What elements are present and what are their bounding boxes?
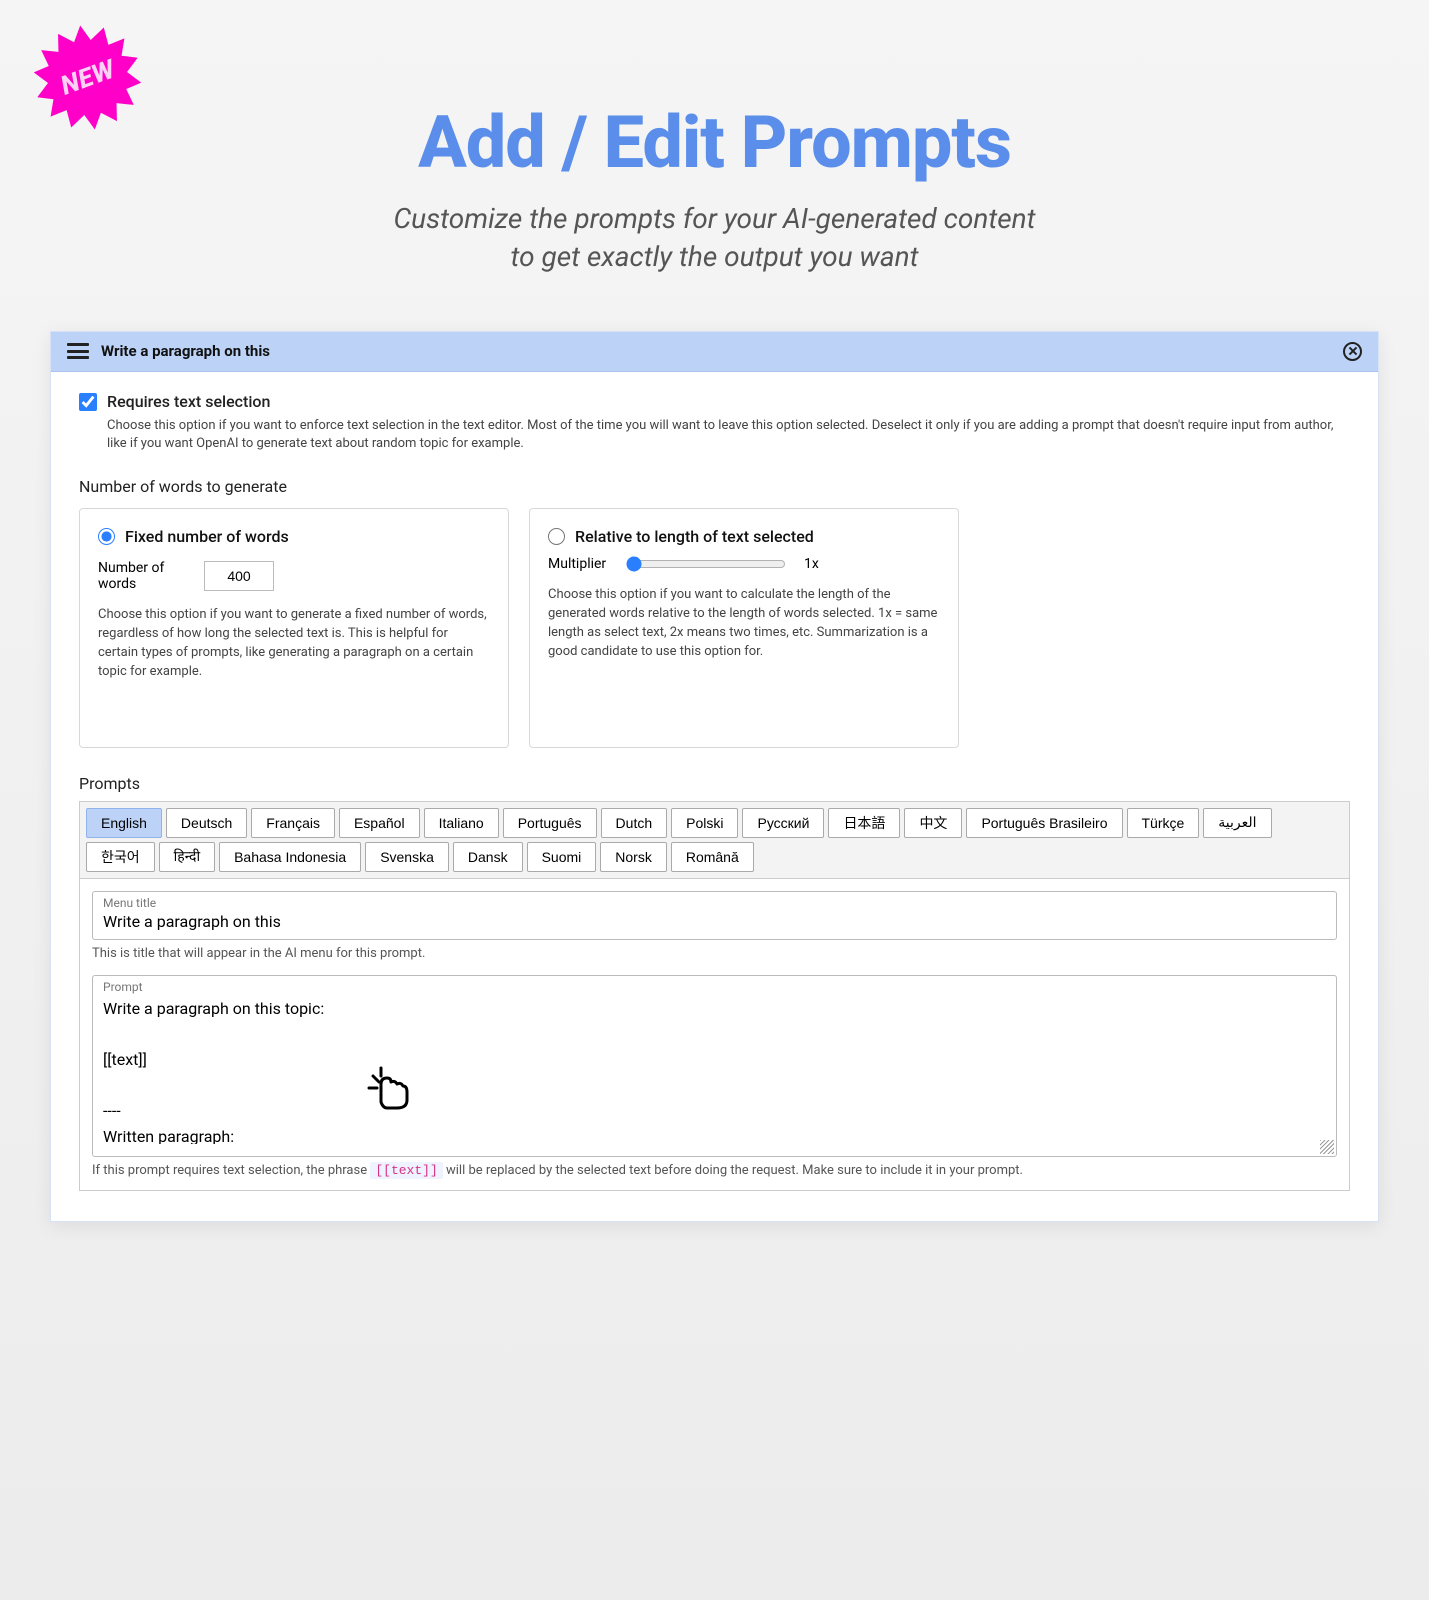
menu-icon[interactable] bbox=[67, 343, 89, 359]
prompts-section: Prompts EnglishDeutschFrançaisEspañolIta… bbox=[79, 774, 1350, 1191]
text-token: [[text]] bbox=[370, 1162, 442, 1179]
language-tab[interactable]: Română bbox=[671, 842, 754, 872]
new-badge: NEW bbox=[35, 25, 140, 130]
language-tab[interactable]: English bbox=[86, 808, 162, 838]
language-tab[interactable]: Русский bbox=[742, 808, 824, 838]
panel-header: Write a paragraph on this bbox=[51, 332, 1378, 372]
fixed-words-help: Choose this option if you want to genera… bbox=[98, 606, 490, 681]
language-tab[interactable]: 日本語 bbox=[828, 808, 900, 838]
menu-title-help: This is title that will appear in the AI… bbox=[92, 946, 1337, 961]
multiplier-label: Multiplier bbox=[548, 556, 608, 572]
menu-title-label: Menu title bbox=[103, 896, 1326, 910]
language-tab[interactable]: Deutsch bbox=[166, 808, 247, 838]
language-tab[interactable]: Polski bbox=[671, 808, 738, 838]
prompt-help: If this prompt requires text selection, … bbox=[92, 1163, 1337, 1178]
language-tab[interactable]: العربية bbox=[1203, 808, 1271, 838]
prompt-editor-panel: Write a paragraph on this Requires text … bbox=[50, 331, 1379, 1222]
language-tab[interactable]: Français bbox=[251, 808, 335, 838]
fixed-words-card: Fixed number of words Number of words Ch… bbox=[79, 508, 509, 748]
language-tab[interactable]: Português bbox=[503, 808, 597, 838]
fixed-words-label: Fixed number of words bbox=[125, 527, 289, 546]
language-tab[interactable]: Dutch bbox=[601, 808, 668, 838]
number-of-words-input[interactable] bbox=[204, 561, 274, 591]
requires-selection-label: Requires text selection bbox=[107, 392, 270, 411]
relative-words-label: Relative to length of text selected bbox=[575, 527, 814, 546]
fixed-words-radio[interactable] bbox=[98, 528, 115, 545]
prompts-label: Prompts bbox=[79, 774, 1350, 793]
panel-title: Write a paragraph on this bbox=[101, 342, 1343, 360]
relative-words-radio[interactable] bbox=[548, 528, 565, 545]
language-tab[interactable]: 中文 bbox=[904, 808, 962, 838]
menu-title-field: Menu title bbox=[92, 891, 1337, 940]
hero: Add / Edit Prompts Customize the prompts… bbox=[50, 100, 1379, 276]
prompt-field: Prompt bbox=[92, 975, 1337, 1157]
language-tab[interactable]: Türkçe bbox=[1127, 808, 1200, 838]
language-tab-strip: EnglishDeutschFrançaisEspañolItalianoPor… bbox=[80, 802, 1349, 879]
language-tab[interactable]: Italiano bbox=[424, 808, 499, 838]
language-tab[interactable]: Bahasa Indonesia bbox=[219, 842, 361, 872]
multiplier-value: 1x bbox=[804, 556, 819, 572]
language-tab[interactable]: Español bbox=[339, 808, 420, 838]
words-section-label: Number of words to generate bbox=[79, 477, 1350, 496]
prompt-textarea[interactable] bbox=[103, 994, 1326, 1144]
number-of-words-label: Number of words bbox=[98, 560, 188, 592]
language-tab[interactable]: हिन्दी bbox=[159, 842, 215, 872]
panel-body: Requires text selection Choose this opti… bbox=[51, 372, 1378, 1221]
relative-words-card: Relative to length of text selected Mult… bbox=[529, 508, 959, 748]
page-title: Add / Edit Prompts bbox=[50, 100, 1379, 185]
requires-selection-checkbox[interactable] bbox=[79, 393, 97, 411]
requires-selection-row: Requires text selection bbox=[79, 392, 1350, 411]
language-tab[interactable]: Svenska bbox=[365, 842, 449, 872]
language-tab[interactable]: Suomi bbox=[527, 842, 597, 872]
prompts-inner: Menu title This is title that will appea… bbox=[80, 879, 1349, 1190]
page-subtitle: Customize the prompts for your AI-genera… bbox=[50, 200, 1379, 276]
multiplier-slider[interactable] bbox=[626, 556, 786, 572]
language-tab[interactable]: Norsk bbox=[600, 842, 667, 872]
relative-words-help: Choose this option if you want to calcul… bbox=[548, 586, 940, 661]
menu-title-input[interactable] bbox=[103, 910, 1326, 931]
close-icon[interactable] bbox=[1343, 342, 1362, 361]
language-tab[interactable]: Dansk bbox=[453, 842, 523, 872]
requires-selection-help: Choose this option if you want to enforc… bbox=[107, 417, 1350, 453]
language-tab[interactable]: 한국어 bbox=[86, 842, 155, 872]
language-tab[interactable]: Português Brasileiro bbox=[966, 808, 1122, 838]
prompts-box: EnglishDeutschFrançaisEspañolItalianoPor… bbox=[79, 801, 1350, 1191]
prompt-label: Prompt bbox=[103, 980, 1326, 994]
word-options-row: Fixed number of words Number of words Ch… bbox=[79, 508, 1350, 748]
